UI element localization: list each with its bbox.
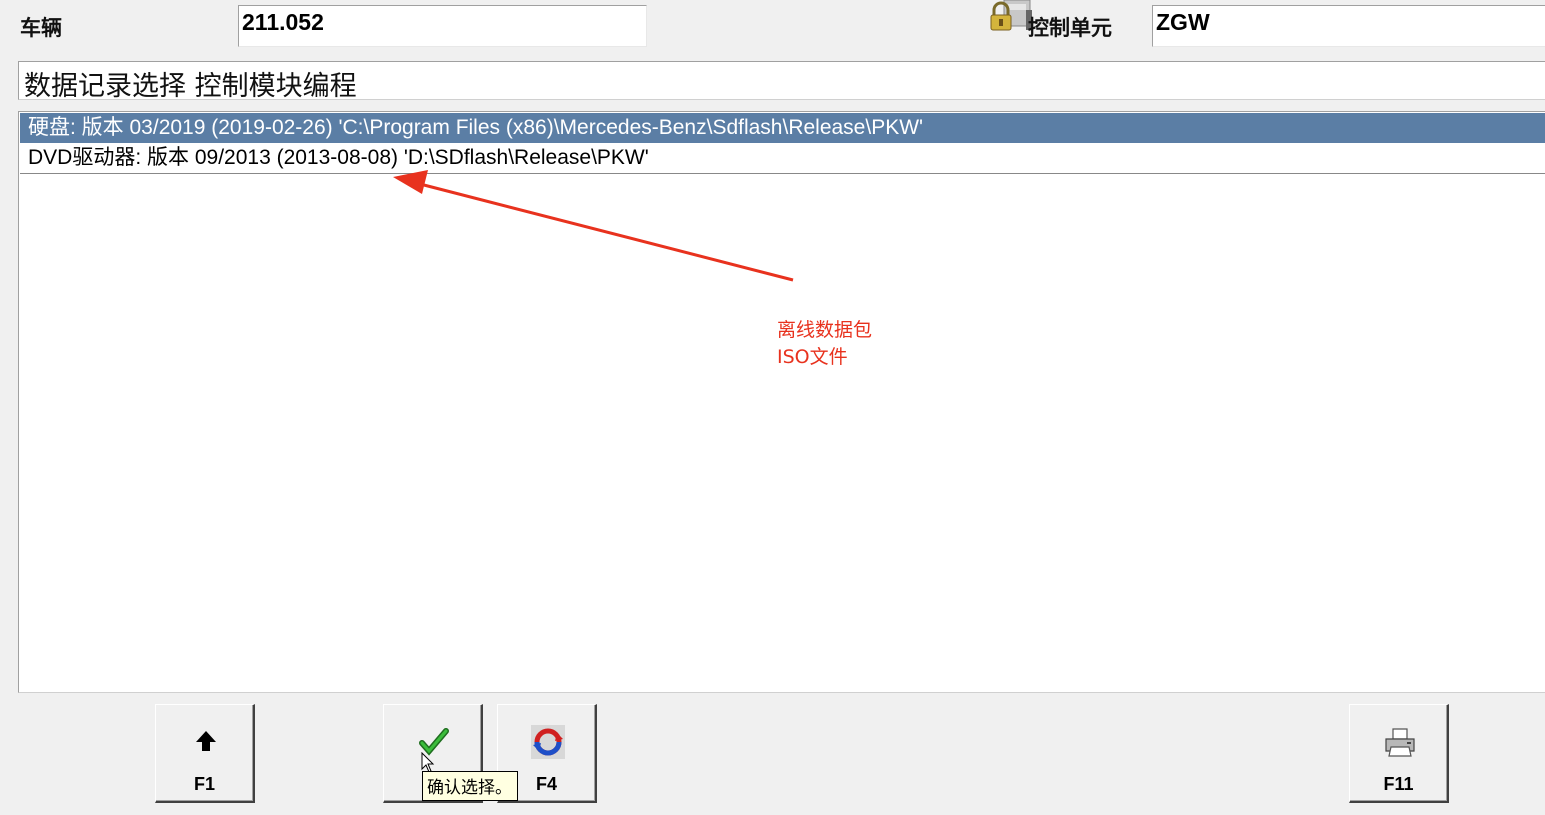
ecu-field: ZGW [1152,5,1545,47]
page-title: 数据记录选择 控制模块编程 [18,61,1545,102]
annotation-line-2: ISO文件 [777,346,848,368]
arrow-up-icon [196,731,216,751]
confirm-tooltip: 确认选择。 [422,771,518,801]
f11-key-label: F11 [1383,774,1414,794]
refresh-icon [531,725,565,759]
ecu-label: 控制单元 [1028,16,1112,40]
list-item[interactable]: DVD驱动器: 版本 09/2013 (2013-08-08) 'D:\SDfl… [20,143,1545,174]
annotation-line-1: 离线数据包 [777,319,873,341]
vehicle-field: 211.052 [238,5,647,47]
f11-button[interactable]: F11 [1349,704,1449,803]
f1-key-label: F1 [193,774,215,794]
data-record-list[interactable]: 硬盘: 版本 03/2019 (2019-02-26) 'C:\Program … [18,111,1545,693]
vehicle-label: 车辆 [20,16,62,40]
list-item[interactable]: 硬盘: 版本 03/2019 (2019-02-26) 'C:\Program … [20,113,1545,143]
f1-button[interactable]: F1 [155,704,255,803]
printer-icon [1385,728,1415,757]
annotation-label: 离线数据包 ISO文件 [777,317,872,371]
